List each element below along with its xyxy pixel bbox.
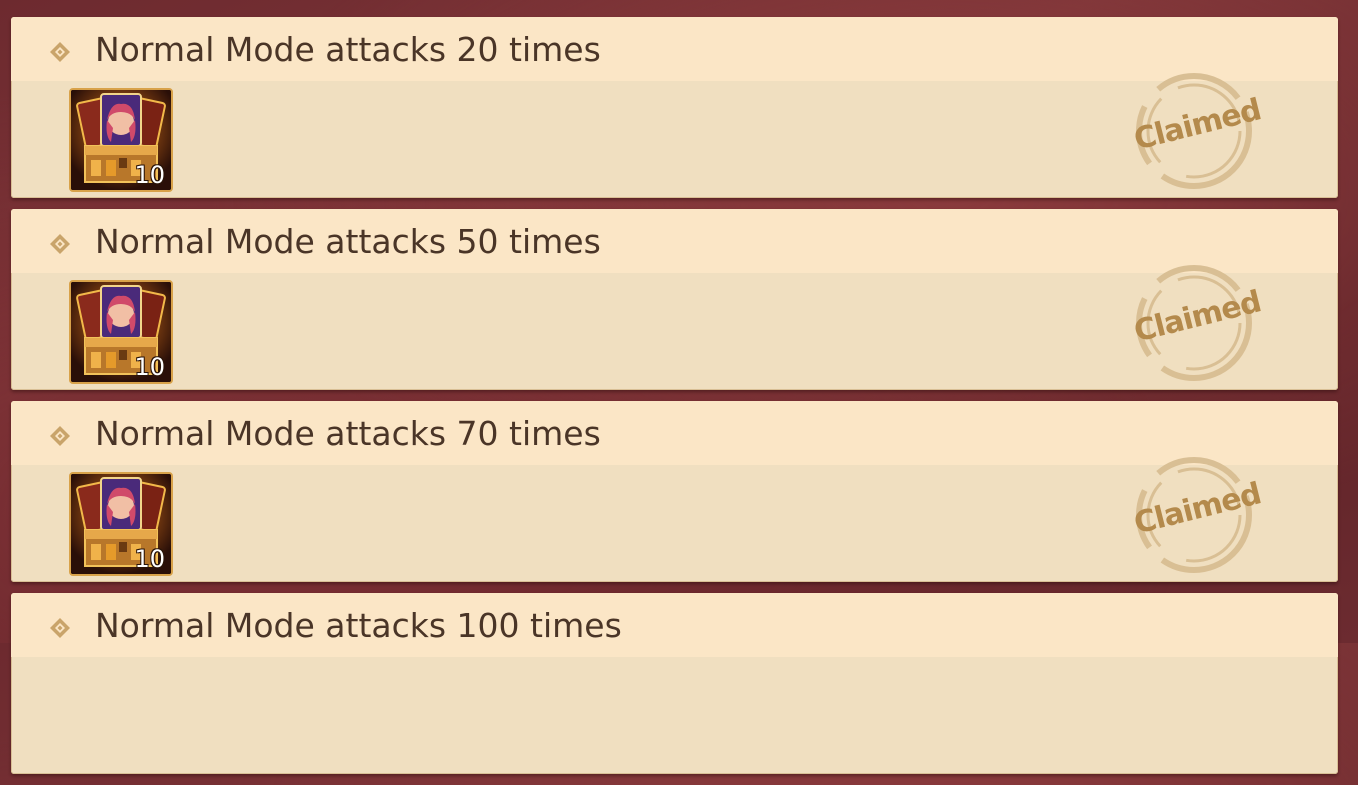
task-card: Normal Mode attacks 20 times 10 Claimed: [11, 17, 1338, 198]
reward-quantity: 10: [134, 353, 165, 381]
task-header: Normal Mode attacks 100 times: [11, 593, 1338, 657]
task-card: Normal Mode attacks 100 times: [11, 593, 1338, 774]
diamond-bullet-icon: [50, 426, 70, 446]
task-list: Normal Mode attacks 20 times 10 Claimed …: [11, 17, 1338, 785]
diamond-bullet-icon: [50, 42, 70, 62]
reward-item[interactable]: 10: [69, 280, 173, 384]
claimed-stamp: Claimed: [1129, 453, 1264, 578]
reward-item[interactable]: 10: [69, 88, 173, 192]
reward-quantity: 10: [134, 161, 165, 189]
reward-quantity: 10: [134, 545, 165, 573]
task-card: Normal Mode attacks 50 times 10 Claimed: [11, 209, 1338, 390]
task-title: Normal Mode attacks 50 times: [95, 222, 601, 261]
task-card: Normal Mode attacks 70 times 10 Claimed: [11, 401, 1338, 582]
diamond-bullet-icon: [50, 618, 70, 638]
diamond-bullet-icon: [50, 234, 70, 254]
reward-item[interactable]: 10: [69, 472, 173, 576]
claimed-stamp: Claimed: [1129, 261, 1264, 386]
task-title: Normal Mode attacks 100 times: [95, 606, 622, 645]
task-title: Normal Mode attacks 20 times: [95, 30, 601, 69]
claimed-stamp: Claimed: [1129, 69, 1264, 194]
task-title: Normal Mode attacks 70 times: [95, 414, 601, 453]
